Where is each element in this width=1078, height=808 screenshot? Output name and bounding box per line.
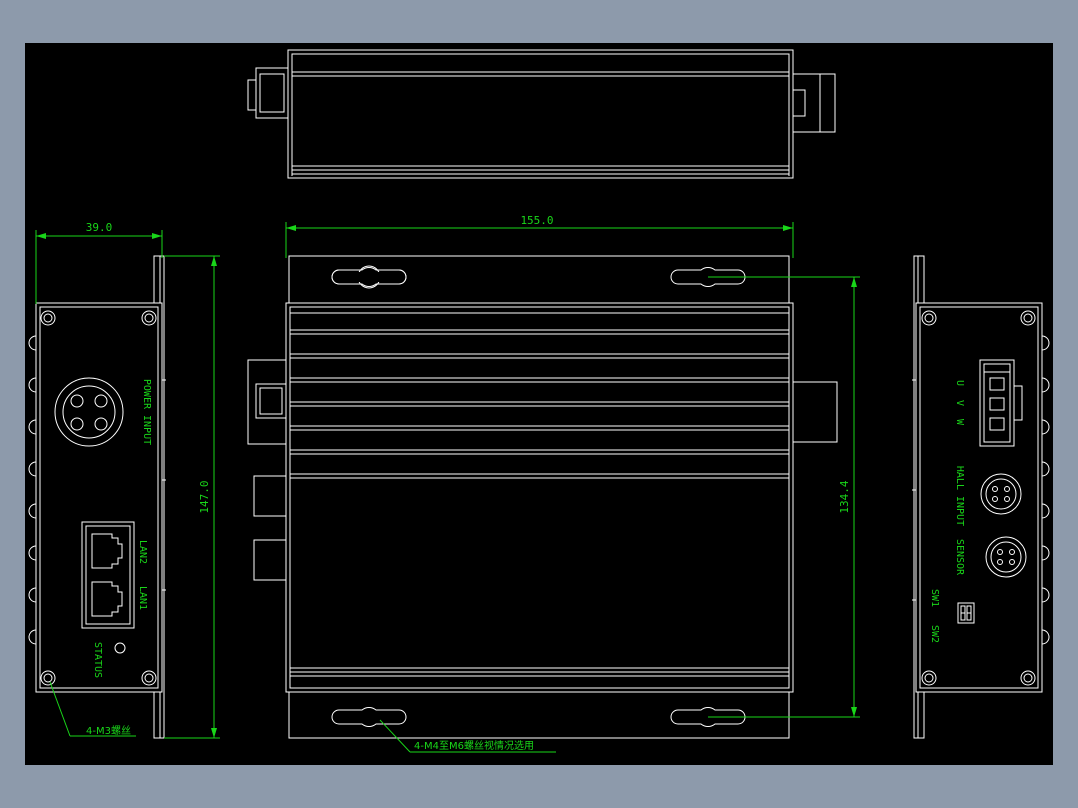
keyhole-slot-top-left — [331, 265, 407, 289]
keyhole-slot-bottom-left — [331, 706, 407, 728]
status-label: STATUS — [92, 642, 103, 678]
sensor-label: SENSOR — [954, 539, 965, 576]
m3-screws-note: 4-M3螺丝 — [86, 725, 131, 737]
dimension-width-left: 39.0 — [35, 221, 163, 304]
right-side-view: U V W HALL INPUT SENSOR SW1 SW2 — [912, 255, 1050, 739]
front-view: 155.0 134.4 4-M4至M6螺丝视情况选用 — [247, 214, 860, 753]
front-right-connector — [792, 381, 838, 443]
lan1-label: LAN1 — [137, 586, 148, 610]
v-label: V — [954, 400, 965, 406]
dimension-label-height-left: 147.0 — [198, 480, 211, 513]
w-label: W — [954, 419, 965, 426]
front-left-connectors — [247, 359, 287, 581]
hall-input-label: HALL INPUT — [954, 466, 965, 526]
dimension-label-height-right: 134.4 — [838, 480, 851, 513]
cad-drawing: 155.0 134.4 4-M4至M6螺丝视情况选用 POWER INPUT L… — [28, 49, 1050, 753]
top-left-connector — [247, 67, 289, 119]
sw1-label: SW1 — [929, 589, 940, 607]
heatsink-body — [285, 302, 794, 693]
mount-screws-leader: 4-M4至M6螺丝视情况选用 — [379, 719, 556, 753]
left-side-view: POWER INPUT LAN2 LAN1 STATUS 39.0 147.0 … — [28, 221, 220, 739]
dimension-label-width-front: 155.0 — [520, 214, 553, 227]
top-right-connector — [792, 73, 836, 133]
mount-screws-note: 4-M4至M6螺丝视情况选用 — [414, 739, 534, 752]
sw2-label: SW2 — [929, 625, 940, 643]
dimension-width-front: 155.0 — [285, 214, 794, 258]
dimension-height-left: 147.0 — [164, 255, 220, 739]
power-input-label: POWER INPUT — [141, 379, 152, 445]
u-label: U — [954, 380, 965, 386]
dimension-label-width-left: 39.0 — [86, 221, 113, 234]
lan2-label: LAN2 — [137, 540, 148, 564]
top-view — [247, 49, 836, 179]
